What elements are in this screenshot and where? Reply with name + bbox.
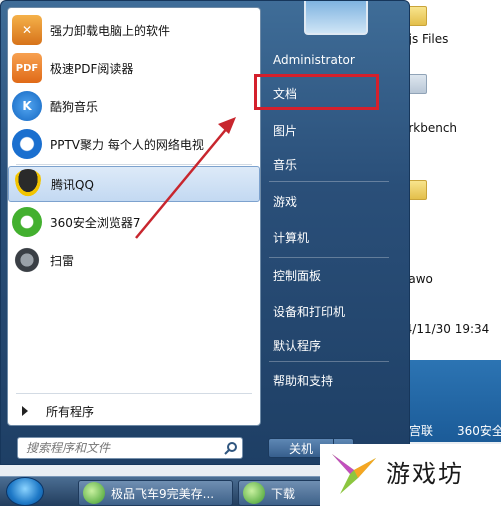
watermark-logo-icon: [332, 454, 376, 494]
taskbar-button[interactable]: 极品飞车9完美存...: [78, 480, 233, 506]
taskbar-button-label: 下载: [271, 486, 296, 501]
annotation-arrow: [135, 117, 236, 239]
360-browser-icon: [243, 482, 265, 504]
start-button[interactable]: [6, 477, 44, 506]
taskbar-button[interactable]: 下载: [238, 480, 326, 506]
watermark-text: 游戏坊: [386, 460, 464, 488]
taskbar-button-label: 极品飞车9完美存...: [111, 486, 215, 501]
360-browser-icon: [83, 482, 105, 504]
